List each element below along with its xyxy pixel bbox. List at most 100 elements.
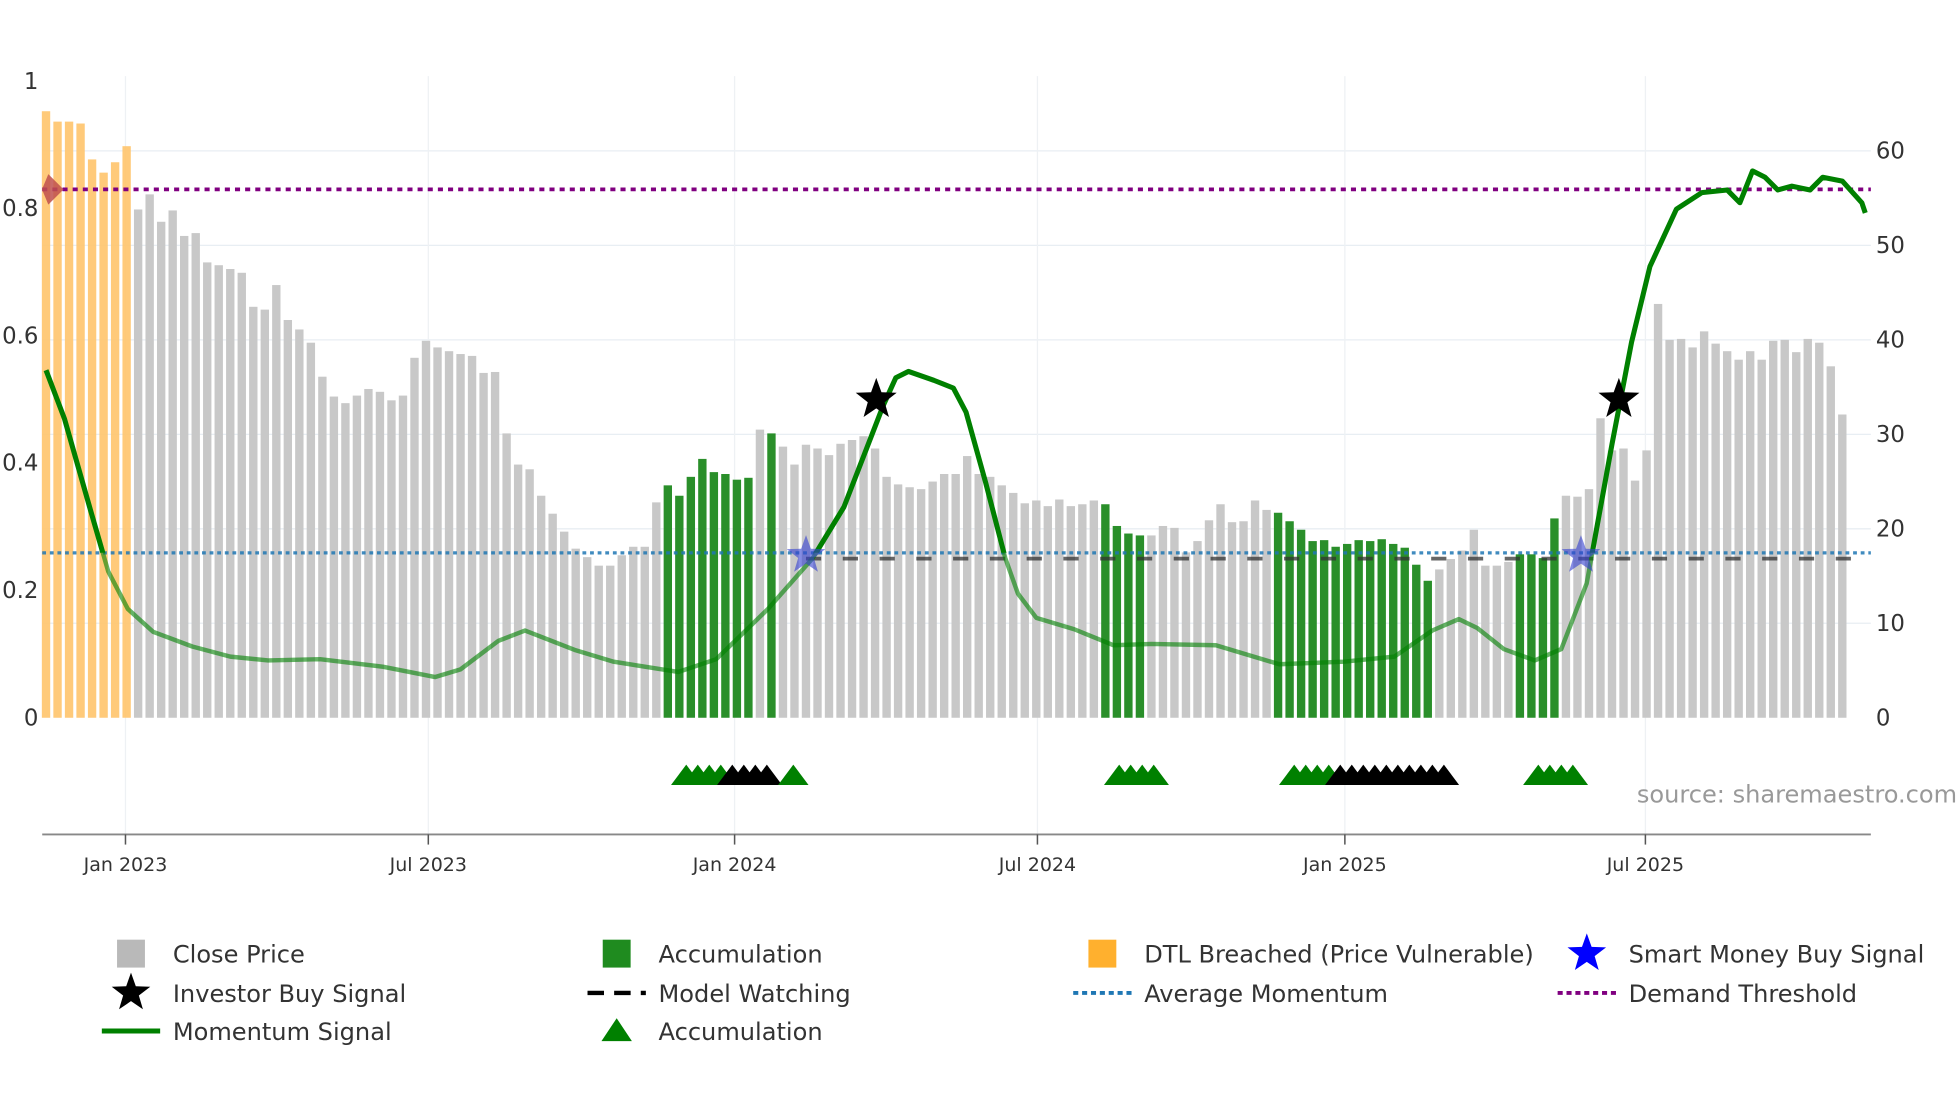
close-price-bar bbox=[1769, 340, 1778, 718]
close-price-bar bbox=[824, 455, 834, 718]
accumulation-bar bbox=[1423, 580, 1432, 718]
legend-label: Demand Threshold bbox=[1629, 980, 1857, 1008]
close-price-bar bbox=[594, 565, 603, 718]
legend-star-icon bbox=[1567, 933, 1607, 970]
close-price-bar bbox=[893, 484, 903, 718]
accumulation-bar bbox=[1331, 546, 1340, 718]
dtl-breached-bar bbox=[53, 121, 62, 718]
close-price-bar bbox=[928, 481, 937, 718]
accumulation-bar bbox=[1515, 554, 1525, 718]
left-axis-tick: 0.2 bbox=[2, 578, 38, 604]
close-price-bar bbox=[882, 476, 891, 718]
close-price-bar bbox=[617, 555, 626, 718]
close-price-bar bbox=[479, 372, 488, 718]
x-axis-tick: Jan 2024 bbox=[692, 854, 777, 876]
accumulation-bar bbox=[1354, 540, 1363, 718]
left-axis-tick: 0.6 bbox=[2, 323, 38, 349]
right-axis-tick: 30 bbox=[1876, 422, 1905, 448]
close-price-bar bbox=[421, 340, 431, 718]
close-price-bar bbox=[1043, 506, 1052, 718]
close-price-bar bbox=[1032, 500, 1041, 718]
legend-label: Accumulation bbox=[659, 1018, 823, 1046]
accumulation-bar bbox=[1124, 533, 1133, 718]
accumulation-bar bbox=[1101, 504, 1110, 718]
close-price-bar bbox=[433, 347, 442, 718]
accumulation-bar bbox=[1342, 543, 1352, 718]
close-price-bar bbox=[1481, 565, 1490, 718]
close-price-bar bbox=[606, 565, 615, 718]
legend-swatch-icon bbox=[1088, 939, 1117, 968]
close-price-bar bbox=[1596, 418, 1605, 718]
close-price-bar bbox=[1181, 552, 1191, 718]
close-price-bar bbox=[1826, 366, 1835, 718]
dtl-breached-bar bbox=[76, 123, 85, 718]
close-price-bar bbox=[1688, 347, 1697, 718]
close-price-bar bbox=[226, 269, 235, 718]
close-price-bar bbox=[1239, 521, 1248, 718]
close-price-bar bbox=[156, 221, 166, 718]
close-price-bar bbox=[859, 436, 868, 718]
accumulation-bar bbox=[698, 458, 707, 718]
source-label: source: sharemaestro.com bbox=[1637, 781, 1957, 809]
close-price-bar bbox=[272, 285, 281, 718]
x-axis-tick: Jul 2024 bbox=[998, 854, 1076, 876]
close-price-bar bbox=[1020, 503, 1029, 718]
close-price-bar bbox=[755, 429, 765, 718]
close-price-bar bbox=[536, 495, 546, 718]
close-price-bar bbox=[1803, 338, 1812, 718]
accumulation-bar bbox=[1112, 525, 1122, 718]
close-price-bar bbox=[1561, 495, 1571, 718]
legend-label: Accumulation bbox=[659, 941, 823, 969]
close-price-bar bbox=[905, 487, 914, 718]
legend-swatch-icon bbox=[602, 939, 631, 968]
close-price-bar bbox=[640, 546, 649, 718]
accumulation-bar bbox=[675, 495, 684, 718]
accumulation-bar bbox=[744, 477, 753, 718]
x-axis-tick: Jul 2023 bbox=[389, 854, 467, 876]
x-axis-tick: Jan 2025 bbox=[1302, 854, 1387, 876]
momentum-chart: 00.20.40.60.810102030405060Jan 2023 Jul 2… bbox=[2, 69, 1957, 1046]
dtl-breached-bar bbox=[87, 159, 97, 718]
close-price-bar bbox=[1676, 338, 1686, 718]
accumulation-bar bbox=[1273, 512, 1283, 718]
right-axis-tick: 50 bbox=[1876, 233, 1905, 259]
close-price-bar bbox=[214, 265, 223, 718]
close-price-bar bbox=[1009, 492, 1018, 718]
left-axis-tick: 0 bbox=[24, 705, 39, 731]
accumulation-bar bbox=[1319, 540, 1329, 718]
close-price-bar bbox=[939, 474, 949, 718]
close-price-bar bbox=[559, 531, 569, 718]
close-price-bar bbox=[1089, 500, 1099, 718]
close-price-bar bbox=[456, 354, 465, 718]
right-axis-tick: 20 bbox=[1876, 516, 1905, 542]
close-price-bar bbox=[444, 351, 454, 718]
close-price-bar bbox=[778, 446, 788, 718]
close-price-bar bbox=[1078, 504, 1087, 718]
close-price-bar bbox=[652, 502, 661, 718]
close-price-bar bbox=[1815, 342, 1824, 718]
right-axis-tick: 0 bbox=[1876, 705, 1891, 731]
close-price-bar bbox=[1745, 351, 1755, 718]
close-price-bar bbox=[629, 546, 638, 718]
close-price-bar bbox=[1722, 351, 1732, 718]
close-price-bar bbox=[1458, 550, 1467, 718]
legend-label: Close Price bbox=[173, 941, 305, 969]
close-price-bar bbox=[1792, 352, 1801, 718]
close-price-bar bbox=[583, 557, 592, 718]
legend-label: DTL Breached (Price Vulnerable) bbox=[1144, 941, 1534, 969]
close-price-bar bbox=[502, 433, 511, 718]
close-price-bar bbox=[525, 469, 534, 718]
legend-star-icon bbox=[111, 972, 151, 1010]
x-axis-tick: Jul 2025 bbox=[1606, 854, 1684, 876]
accumulation-bar bbox=[1366, 541, 1375, 718]
close-price-bar bbox=[1066, 506, 1076, 718]
close-price-bar bbox=[951, 474, 960, 718]
close-price-bar bbox=[801, 444, 811, 718]
accumulation-bar bbox=[663, 485, 672, 718]
legend: Close Price Accumulation DTL Breached (Pri… bbox=[101, 933, 1924, 1046]
close-price-bar bbox=[329, 396, 339, 718]
right-axis-tick: 60 bbox=[1876, 139, 1905, 165]
left-axis-tick: 0.4 bbox=[2, 451, 38, 477]
close-price-bar bbox=[237, 272, 246, 718]
accumulation-bar bbox=[1400, 547, 1409, 718]
